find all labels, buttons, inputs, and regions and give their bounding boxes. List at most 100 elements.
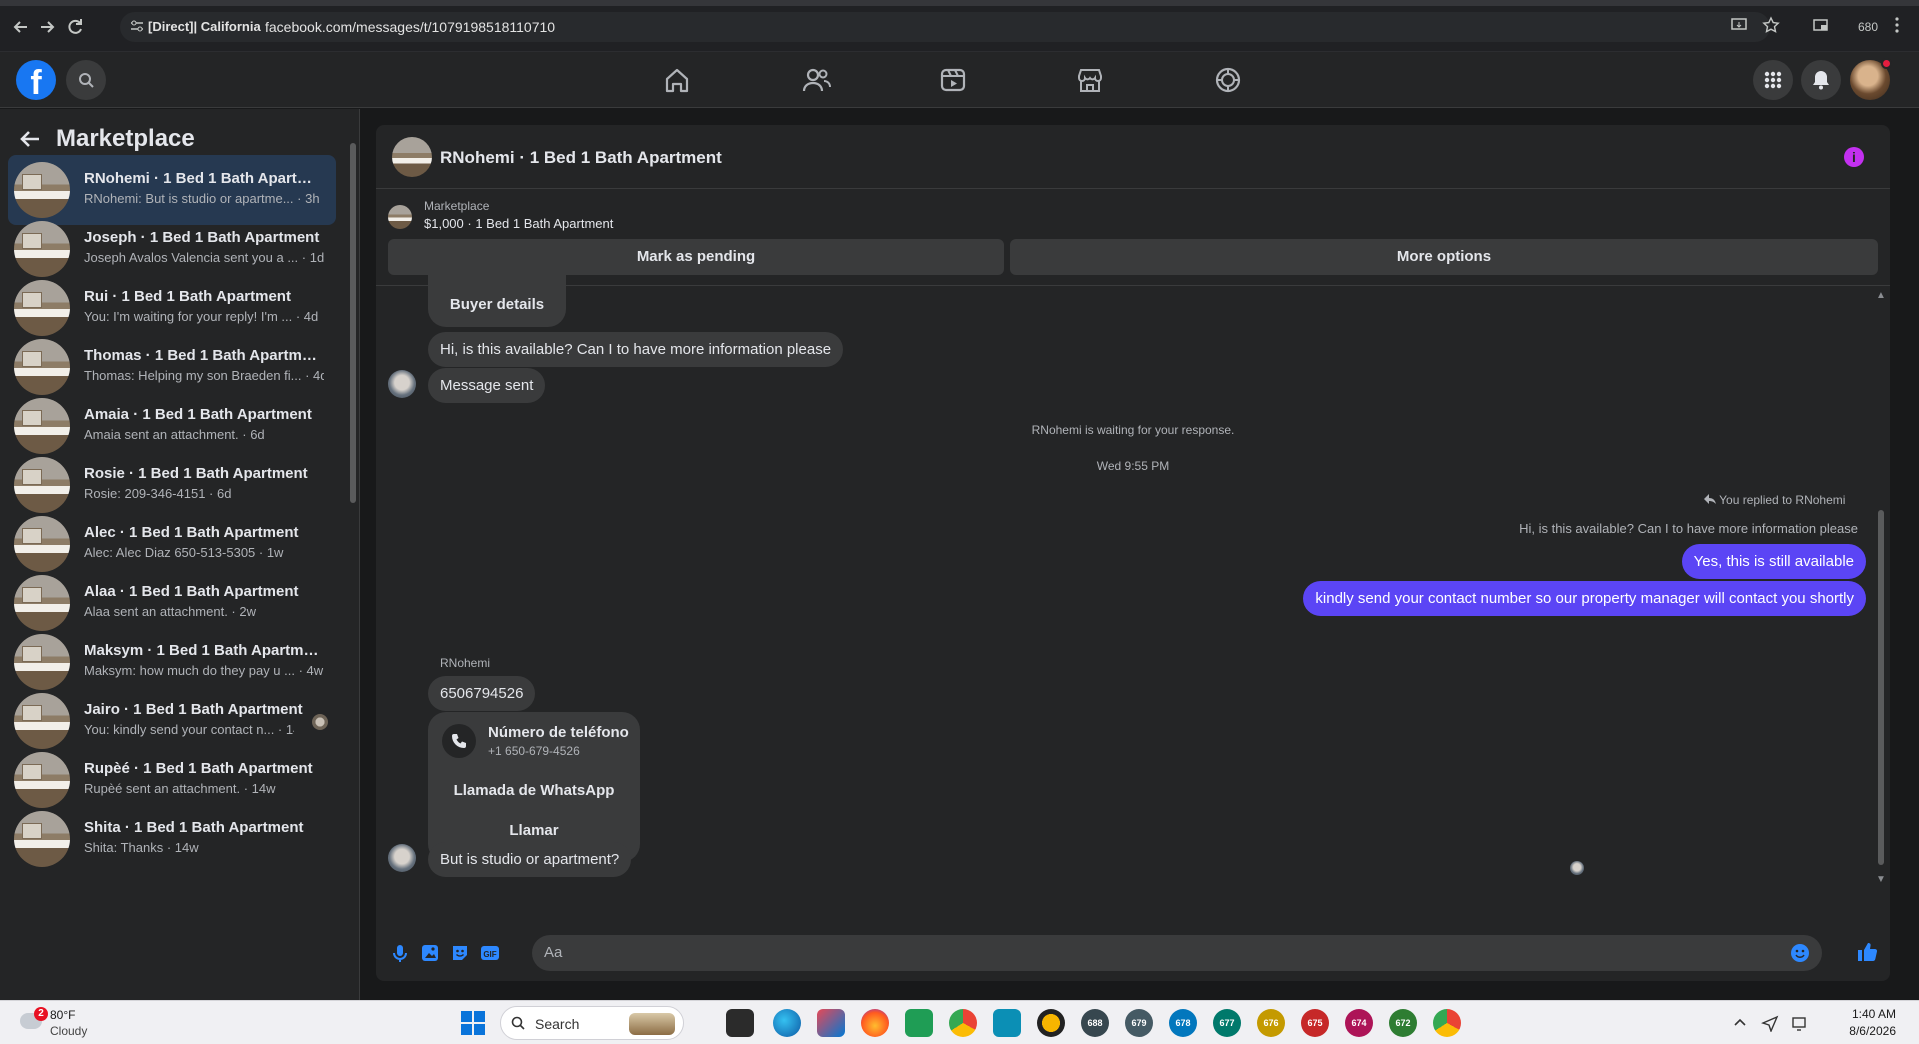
profile-app-icon-676[interactable]: 676 (1257, 1009, 1285, 1037)
temperature: 80°F (50, 1008, 76, 1022)
facebook-search-button[interactable] (66, 60, 106, 100)
profile-app-icon-674[interactable]: 674 (1345, 1009, 1373, 1037)
conversation-preview: Rosie: 209-346-4151 · 6d (84, 486, 232, 501)
browser-menu-icon[interactable] (1894, 16, 1900, 38)
whatsapp-call-button[interactable]: Llamada de WhatsApp (428, 782, 640, 799)
profile-app-icon-678[interactable]: 678 (1169, 1009, 1197, 1037)
conversation-title: RNohemi · 1 Bed 1 Bath Apartme... (84, 170, 324, 187)
gaming-icon[interactable] (1213, 66, 1243, 94)
edge-browser-icon[interactable] (773, 1009, 801, 1037)
message-input[interactable]: Aa (532, 935, 1822, 971)
scroll-down-arrow-icon[interactable]: ▼ (1876, 874, 1886, 885)
task-view-icon[interactable] (726, 1009, 754, 1037)
reply-arrow-icon (1704, 494, 1716, 504)
chat-title[interactable]: RNohemi · 1 Bed 1 Bath Apartment (440, 148, 722, 168)
friends-icon[interactable] (801, 66, 831, 94)
bookmark-star-icon[interactable] (1762, 16, 1780, 38)
back-arrow-icon[interactable] (10, 16, 32, 38)
start-windows-icon[interactable] (461, 1011, 485, 1035)
seen-avatar (312, 714, 328, 730)
listing-thumbnail (14, 516, 70, 572)
notifications-button[interactable] (1801, 60, 1841, 100)
chat-listing-photo[interactable] (392, 137, 432, 177)
conversation-title: Joseph · 1 Bed 1 Bath Apartment (84, 229, 320, 246)
quoted-message[interactable]: Hi, is this available? Can I to have mor… (1519, 521, 1858, 536)
photo-icon[interactable] (420, 943, 440, 963)
conversation-preview: Joseph Avalos Valencia sent you a ... · … (84, 250, 324, 265)
listing-category: Marketplace (424, 199, 490, 213)
mark-as-pending-button[interactable]: Mark as pending (388, 239, 1004, 275)
conversation-preview: Rupèé sent an attachment. · 14w (84, 781, 276, 796)
conversation-item[interactable]: Shita · 1 Bed 1 Bath Apartment Shita: Th… (8, 804, 336, 874)
scrollbar-thumb[interactable] (350, 143, 356, 503)
sidebar-scrollbar[interactable] (348, 131, 358, 981)
search-icon (511, 1016, 525, 1030)
waiting-notice: RNohemi is waiting for your response. (1031, 423, 1235, 437)
app-x-icon[interactable] (1037, 1009, 1065, 1037)
taskbar-search-label: Search (535, 1016, 580, 1032)
chrome-icon[interactable] (949, 1009, 977, 1037)
profile-app-icon-672[interactable]: 672 (1389, 1009, 1417, 1037)
gif-icon[interactable]: GIF (480, 943, 500, 963)
site-settings-icon[interactable] (130, 19, 144, 33)
info-icon[interactable]: i (1844, 147, 1864, 167)
reply-note-text: You replied to RNohemi (1719, 493, 1846, 507)
scroll-up-arrow-icon[interactable]: ▲ (1876, 290, 1886, 301)
listing-thumbnail (14, 221, 70, 277)
chat-scrollbar[interactable]: ▲ ▼ (1875, 290, 1887, 886)
conversation-title: Shita · 1 Bed 1 Bath Apartment (84, 819, 304, 836)
profile-avatar[interactable] (1850, 58, 1892, 100)
conversation-sidebar: Marketplace RNohemi · 1 Bed 1 Bath Apart… (0, 109, 360, 1000)
clock-date: 8/6/2026 (1849, 1024, 1896, 1038)
taskbar-search[interactable]: Search (500, 1006, 684, 1040)
install-app-icon[interactable] (1730, 16, 1748, 38)
weather-widget[interactable]: 2 80°F Cloudy (14, 1007, 154, 1041)
sender-name: RNohemi (440, 656, 491, 670)
url-text[interactable]: facebook.com/messages/t/1079198518110710 (265, 19, 555, 35)
marketplace-icon[interactable] (1075, 66, 1105, 94)
profile-app-icon-675[interactable]: 675 (1301, 1009, 1329, 1037)
conversation-title: Alaa · 1 Bed 1 Bath Apartment (84, 583, 299, 600)
network-icon[interactable] (1791, 1014, 1809, 1032)
conversation-preview: Alec: Alec Diaz 650-513-5305 · 1w (84, 545, 284, 560)
facebook-logo-icon[interactable]: f (16, 60, 56, 100)
reload-icon[interactable] (64, 16, 86, 38)
menu-grid-button[interactable] (1753, 60, 1793, 100)
conversation-preview: Amaia sent an attachment. · 6d (84, 427, 265, 442)
profile-app-icon-679[interactable]: 679 (1125, 1009, 1153, 1037)
location-icon[interactable] (1761, 1014, 1779, 1032)
reply-indicator: You replied to RNohemi (1704, 493, 1845, 507)
extensions-icon[interactable] (1812, 16, 1830, 38)
microphone-icon[interactable] (390, 943, 410, 963)
home-icon[interactable] (662, 66, 692, 94)
system-clock[interactable]: 1:40 AM 8/6/2026 (1816, 1006, 1896, 1040)
sticker-icon[interactable] (450, 943, 470, 963)
scrollbar-thumb[interactable] (1878, 510, 1884, 865)
listing-thumbnail (14, 280, 70, 336)
profile-app-icon-688[interactable]: 688 (1081, 1009, 1109, 1037)
extension-counter[interactable]: 680 (1858, 16, 1878, 38)
grid-icon (1764, 71, 1782, 89)
message-bubble: Message sent (428, 368, 546, 403)
snipping-tool-icon[interactable] (817, 1009, 845, 1037)
sent-message-bubble: kindly send your contact number so our p… (1303, 581, 1866, 616)
chrome-profile-icon[interactable] (1433, 1009, 1461, 1037)
listing-thumbnail (14, 398, 70, 454)
app-s-icon[interactable] (993, 1009, 1021, 1037)
thumbs-up-icon[interactable] (1856, 941, 1878, 963)
emoji-icon[interactable] (1790, 943, 1810, 963)
buyer-details-button[interactable]: Buyer details (428, 272, 566, 327)
chevron-up-icon[interactable] (1731, 1014, 1749, 1032)
back-arrow-icon[interactable] (18, 127, 42, 151)
firefox-icon[interactable] (861, 1009, 889, 1037)
profile-app-icon-677[interactable]: 677 (1213, 1009, 1241, 1037)
contact-avatar[interactable] (388, 370, 416, 398)
video-icon[interactable] (938, 66, 968, 94)
conversation-title: Amaia · 1 Bed 1 Bath Apartment (84, 406, 312, 423)
contact-avatar[interactable] (388, 844, 416, 872)
spreadsheet-app-icon[interactable] (905, 1009, 933, 1037)
address-bar[interactable]: [Direct]| California facebook.com/messag… (120, 12, 1770, 42)
more-options-button[interactable]: More options (1010, 239, 1878, 275)
forward-arrow-icon[interactable] (36, 16, 58, 38)
call-button[interactable]: Llamar (428, 822, 640, 839)
